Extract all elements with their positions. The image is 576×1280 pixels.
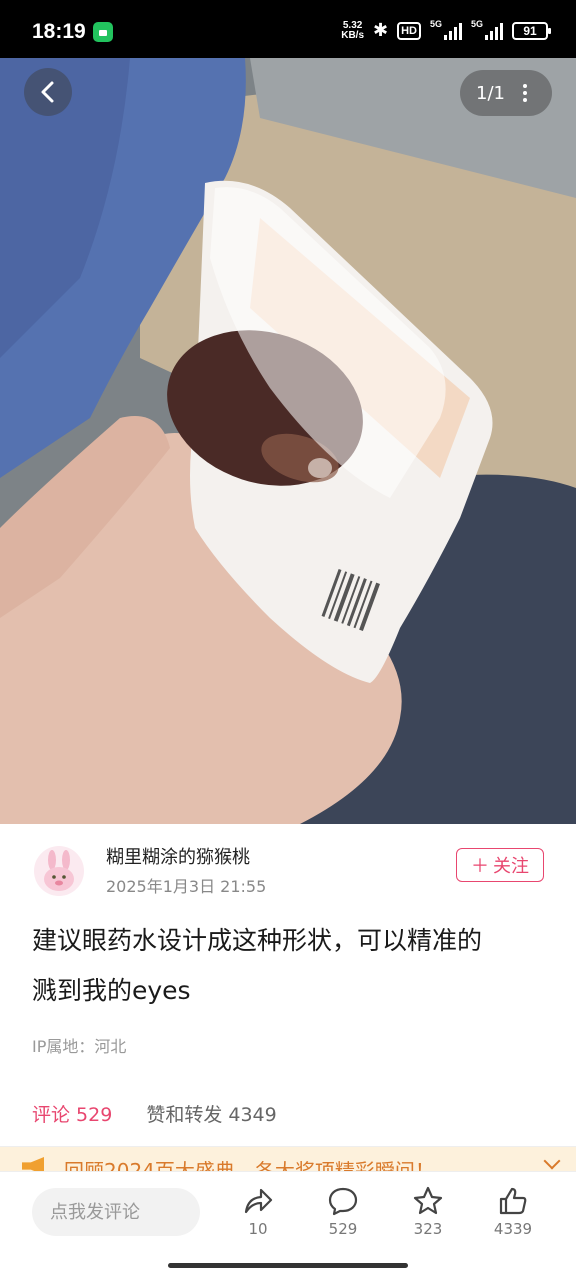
like-count: 4339: [493, 1220, 533, 1238]
status-indicators: 5.32 KB/s ✱ HD 5G 5G 91: [341, 19, 551, 41]
signal-icon: 5G: [430, 19, 462, 40]
bluetooth-icon: ✱: [373, 20, 389, 40]
post-text: 建议眼药水设计成这种形状，可以精准的 溅到我的eyes: [32, 916, 552, 1016]
banner-text: 回顾2024百大盛典，各大奖项精彩瞬间！: [64, 1159, 435, 1171]
page-indicator-pill: 1/1: [460, 70, 552, 116]
more-vertical-icon[interactable]: [522, 84, 527, 102]
comment-count: 529: [328, 1220, 358, 1238]
follow-label: 关注: [493, 856, 529, 877]
username[interactable]: 糊里糊涂的猕猴桃: [106, 843, 250, 869]
comment-button[interactable]: 529: [313, 1186, 373, 1238]
battery-icon: 91: [512, 21, 551, 40]
signal-icon-2: 5G: [471, 19, 503, 40]
follow-button[interactable]: ＋ 关注: [456, 848, 544, 882]
post-text-line-1: 建议眼药水设计成这种形状，可以精准的: [32, 926, 483, 955]
plus-icon: ＋: [471, 856, 489, 877]
post-photo[interactable]: [0, 58, 576, 824]
comment-icon: [328, 1187, 358, 1216]
like-button[interactable]: 4339: [483, 1186, 543, 1238]
megaphone-icon: [22, 1157, 44, 1171]
favorite-button[interactable]: 323: [398, 1186, 458, 1238]
status-bar: 18:19 5.32 KB/s ✱ HD 5G 5G 91: [0, 0, 576, 58]
bottom-action-bar: 10 529 323 4339: [0, 1171, 576, 1280]
tab-comments[interactable]: 评论 529: [32, 1100, 117, 1153]
share-count: 10: [248, 1220, 268, 1238]
comment-input[interactable]: [32, 1188, 200, 1236]
post-time: 2025年1月3日 21:55: [106, 877, 267, 896]
status-time: 18:19: [32, 20, 86, 43]
star-icon: [413, 1186, 443, 1215]
home-indicator[interactable]: [168, 1263, 408, 1268]
favorite-count: 323: [413, 1220, 443, 1238]
chevron-down-icon[interactable]: [543, 1152, 561, 1170]
promo-banner[interactable]: 回顾2024百大盛典，各大奖项精彩瞬间！: [0, 1147, 576, 1171]
detail-tabs: 评论 529 赞和转发 4349: [32, 1100, 277, 1153]
share-button[interactable]: 10: [228, 1186, 288, 1238]
photo-illustration: [0, 58, 576, 824]
thumbs-up-icon: [499, 1187, 527, 1215]
network-speed: 5.32 KB/s: [341, 19, 365, 41]
hd-badge: HD: [397, 21, 421, 40]
page-indicator: 1/1: [476, 82, 505, 104]
avatar[interactable]: [34, 846, 84, 896]
post-text-line-2: 溅到我的eyes: [32, 976, 191, 1005]
share-icon: [244, 1188, 273, 1214]
back-button[interactable]: [24, 68, 72, 116]
rabbit-avatar-icon: [44, 850, 74, 891]
ip-location: IP属地：河北: [32, 1037, 127, 1056]
chevron-left-icon: [41, 81, 54, 103]
lock-icon: [93, 22, 113, 42]
tab-likes-shares[interactable]: 赞和转发 4349: [146, 1100, 276, 1127]
